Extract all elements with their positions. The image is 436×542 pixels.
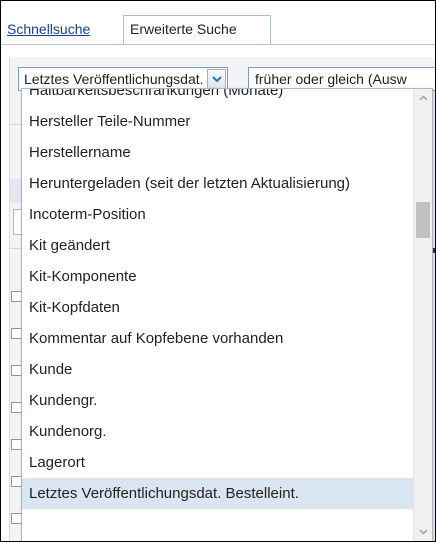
dropdown-option[interactable]: Kunde [22, 354, 414, 385]
scrollbar-thumb[interactable] [416, 202, 430, 238]
dropdown-options: Haltbarkeitsbeschränkungen (Monate) Herst… [22, 89, 414, 509]
dropdown-option[interactable]: Kit-Komponente [22, 261, 414, 292]
dropdown-option[interactable]: Haltbarkeitsbeschränkungen (Monate) [22, 89, 414, 106]
dropdown-option[interactable]: Herstellername [22, 137, 414, 168]
scroll-down-icon[interactable] [414, 523, 432, 541]
tab-extended-search[interactable]: Erweiterte Suche [123, 15, 271, 45]
dropdown-option[interactable]: Kundengr. [22, 385, 414, 416]
dropdown-option[interactable]: Kit-Kopfdaten [22, 292, 414, 323]
search-tabs: Schnellsuche Erweiterte Suche [1, 1, 435, 45]
tab-quick-search[interactable]: Schnellsuche [7, 21, 90, 37]
tab-divider [1, 44, 435, 45]
scroll-up-icon[interactable] [414, 89, 432, 107]
filter-input[interactable] [13, 209, 21, 235]
dropdown-option[interactable]: Incoterm-Position [22, 199, 414, 230]
dropdown-option[interactable]: Heruntergeladen (seit der letzten Aktual… [22, 168, 414, 199]
dropdown-option[interactable]: Letztes Veröffentlichungsdat. Bestellein… [22, 478, 414, 509]
dropdown-scrollbar[interactable] [413, 89, 432, 541]
dropdown-option[interactable]: Lagerort [22, 447, 414, 478]
dropdown-option[interactable]: Kundenorg. [22, 416, 414, 447]
field-dropdown-list[interactable]: Haltbarkeitsbeschränkungen (Monate) Herst… [21, 88, 433, 541]
chevron-down-icon[interactable] [207, 69, 226, 89]
operator-select-value: früher oder gleich (Ausw [255, 71, 407, 87]
dropdown-option[interactable]: Hersteller Teile-Nummer [22, 106, 414, 137]
search-window: Schnellsuche Erweiterte Suche Letztes Ve… [0, 0, 436, 542]
dropdown-option[interactable]: Kommentar auf Kopfebene vorhanden [22, 323, 414, 354]
field-select-value: Letztes Veröffentlichungsdat. Bestellein… [24, 71, 204, 87]
dropdown-option[interactable]: Kit geändert [22, 230, 414, 261]
